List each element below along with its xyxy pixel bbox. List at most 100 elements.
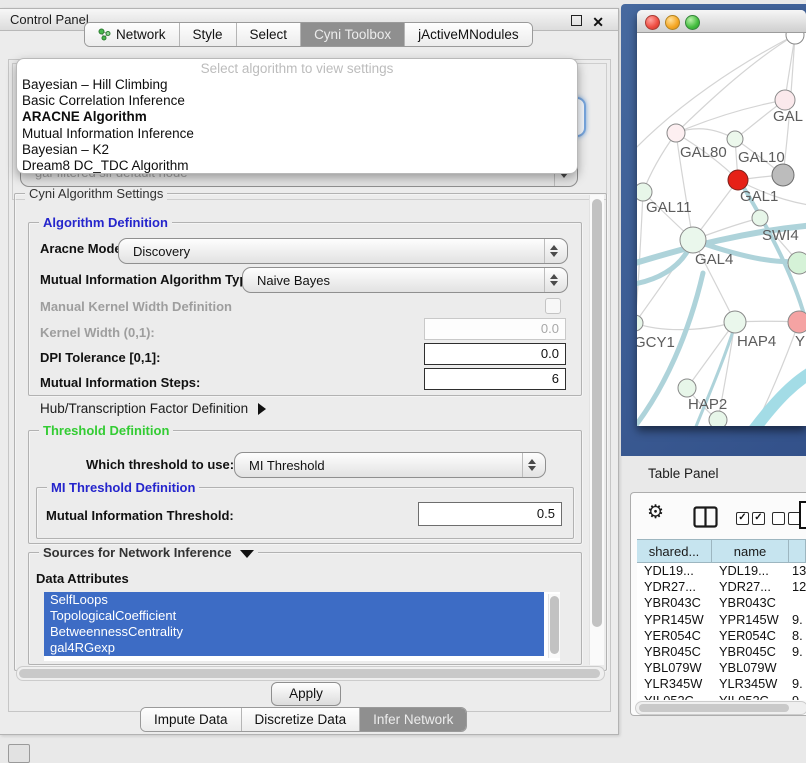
network-node[interactable]	[788, 252, 806, 274]
table-cell: 9.	[789, 612, 806, 628]
list-vertical-scrollbar[interactable]	[548, 594, 560, 658]
which-threshold-select[interactable]: MI Threshold	[234, 452, 546, 478]
table-cell	[789, 660, 806, 676]
settings-horizontal-scrollbar[interactable]	[16, 666, 605, 681]
network-edge[interactable]	[753, 369, 806, 426]
mi-steps-input[interactable]: 6	[424, 368, 566, 390]
tab-discretize-data[interactable]: Discretize Data	[242, 708, 361, 731]
table-cell: YER054C	[637, 628, 712, 644]
column-header[interactable]: shared...	[637, 539, 712, 563]
table-row[interactable]: YBR043CYBR043C	[637, 595, 806, 611]
tab-select[interactable]: Select	[237, 23, 302, 46]
network-edge[interactable]	[687, 322, 735, 388]
network-node-hap2[interactable]	[678, 379, 696, 397]
network-node[interactable]	[786, 33, 804, 44]
column-header[interactable]: name	[712, 539, 789, 563]
float-icon[interactable]	[571, 15, 582, 26]
table-cell: YPR145W	[637, 612, 712, 628]
table-row[interactable]: YBL079WYBL079W	[637, 660, 806, 676]
tab-jactivemnodules[interactable]: jActiveMNodules	[405, 23, 532, 46]
attribute-item[interactable]: TopologicalCoefficient	[44, 608, 544, 624]
network-node-hap4[interactable]	[724, 311, 746, 333]
tab-label: Network	[116, 27, 166, 42]
table-row[interactable]: YER054CYER054C8.	[637, 628, 806, 644]
tab-label: Cyni Toolbox	[314, 27, 391, 42]
network-window-titlebar[interactable]	[637, 10, 806, 33]
minimized-panel-icon[interactable]	[8, 744, 30, 763]
minimize-traffic-light-icon[interactable]	[665, 15, 680, 30]
dpi-tolerance-input[interactable]: 0.0	[424, 343, 566, 365]
table-cell: YBR043C	[637, 595, 712, 611]
settings-vertical-scrollbar[interactable]	[589, 195, 604, 665]
network-edge[interactable]	[637, 192, 643, 323]
table-row[interactable]: YIL052CYIL052C9.	[637, 693, 806, 701]
mi-threshold-definition-title: MI Threshold Definition	[47, 480, 199, 495]
network-node[interactable]	[709, 411, 727, 426]
tab-cyni-toolbox[interactable]: Cyni Toolbox	[301, 23, 405, 46]
network-node-swi4[interactable]	[752, 210, 768, 226]
network-node[interactable]	[772, 164, 794, 186]
algorithm-option[interactable]: Bayesian – Hill Climbing	[17, 77, 577, 93]
stepper-icon	[544, 268, 563, 292]
tab-impute-data[interactable]: Impute Data	[141, 708, 242, 731]
split-columns-icon[interactable]	[693, 506, 719, 534]
document-icon[interactable]	[798, 500, 806, 535]
tab-network[interactable]: Network	[85, 23, 180, 46]
algorithm-option[interactable]: Bayesian – K2	[17, 142, 577, 158]
attribute-item[interactable]: SelfLoops	[44, 592, 544, 608]
network-node-gal1[interactable]	[728, 170, 748, 190]
tab-style[interactable]: Style	[180, 23, 237, 46]
attribute-item[interactable]: BetweennessCentrality	[44, 624, 544, 640]
network-node-gcy1[interactable]	[637, 315, 643, 331]
algorithm-option[interactable]: Basic Correlation Inference	[17, 93, 577, 109]
table-row[interactable]: YDR27...YDR27...12	[637, 579, 806, 595]
network-node-gal80[interactable]	[667, 124, 685, 142]
mi-algorithm-type-select[interactable]: Naive Bayes	[242, 267, 568, 293]
network-node-y[interactable]	[788, 311, 806, 333]
algorithm-option[interactable]: Mutual Information Inference	[17, 126, 577, 142]
mi-threshold-input[interactable]: 0.5	[418, 502, 562, 526]
table-row[interactable]: YPR145WYPR145W9.	[637, 612, 806, 628]
gear-icon[interactable]: ⚙	[647, 503, 664, 522]
scrollbar-thumb[interactable]	[639, 704, 789, 712]
kernel-width-input[interactable]: 0.0	[424, 318, 566, 340]
table-horizontal-scrollbar[interactable]	[635, 701, 806, 715]
network-canvas[interactable]: GALGAL80GAL10GAL1GAL11SWI4GAL4GCY1HAP4YH…	[637, 33, 806, 426]
aracne-mode-select[interactable]: Discovery	[118, 238, 568, 264]
algorithm-option[interactable]: Dream8 DC_TDC Algorithm	[17, 158, 577, 174]
unchecked-checkbox-icon[interactable]	[772, 512, 785, 525]
network-node-gal10[interactable]	[727, 131, 743, 147]
network-edge[interactable]	[643, 133, 676, 192]
table-row[interactable]: YLR345WYLR345W9.	[637, 676, 806, 692]
network-edge[interactable]	[637, 35, 795, 153]
table-row[interactable]: YDL19...YDL19...13	[637, 563, 806, 579]
tab-label: jActiveMNodules	[418, 27, 519, 42]
close-traffic-light-icon[interactable]	[645, 15, 660, 30]
scrollbar-thumb[interactable]	[19, 669, 600, 678]
attribute-item[interactable]: gal4RGexp	[44, 640, 544, 656]
close-icon[interactable]: ✕	[592, 11, 604, 33]
column-header[interactable]	[789, 539, 806, 563]
which-threshold-label: Which threshold to use:	[86, 457, 234, 472]
algorithm-option[interactable]: ARACNE Algorithm	[17, 109, 577, 125]
hub-definition-toggle[interactable]: Hub/Transcription Factor Definition	[40, 401, 266, 416]
tab-infer-network[interactable]: Infer Network	[360, 708, 466, 731]
hub-definition-label: Hub/Transcription Factor Definition	[40, 401, 248, 416]
node-label: HAP2	[688, 396, 727, 413]
apply-button[interactable]: Apply	[271, 682, 341, 706]
table-row[interactable]: YBR045CYBR045C9.	[637, 644, 806, 660]
manual-kernel-checkbox[interactable]	[545, 298, 561, 314]
zoom-traffic-light-icon[interactable]	[685, 15, 700, 30]
network-node-gal4[interactable]	[680, 227, 706, 253]
threshold-definition-title: Threshold Definition	[39, 423, 173, 438]
manual-kernel-label: Manual Kernel Width Definition	[40, 299, 232, 314]
checked-checkbox-icon[interactable]: ✓	[736, 512, 749, 525]
scrollbar-thumb[interactable]	[592, 199, 602, 627]
scrollbar-thumb[interactable]	[550, 596, 559, 654]
table-cell: YIL052C	[712, 693, 789, 701]
network-node-gal[interactable]	[775, 90, 795, 110]
checked-checkbox-icon[interactable]: ✓	[752, 512, 765, 525]
sources-group-title[interactable]: Sources for Network Inference	[39, 545, 258, 560]
table-cell: YDR27...	[637, 579, 712, 595]
node-label: GAL10	[738, 149, 785, 166]
